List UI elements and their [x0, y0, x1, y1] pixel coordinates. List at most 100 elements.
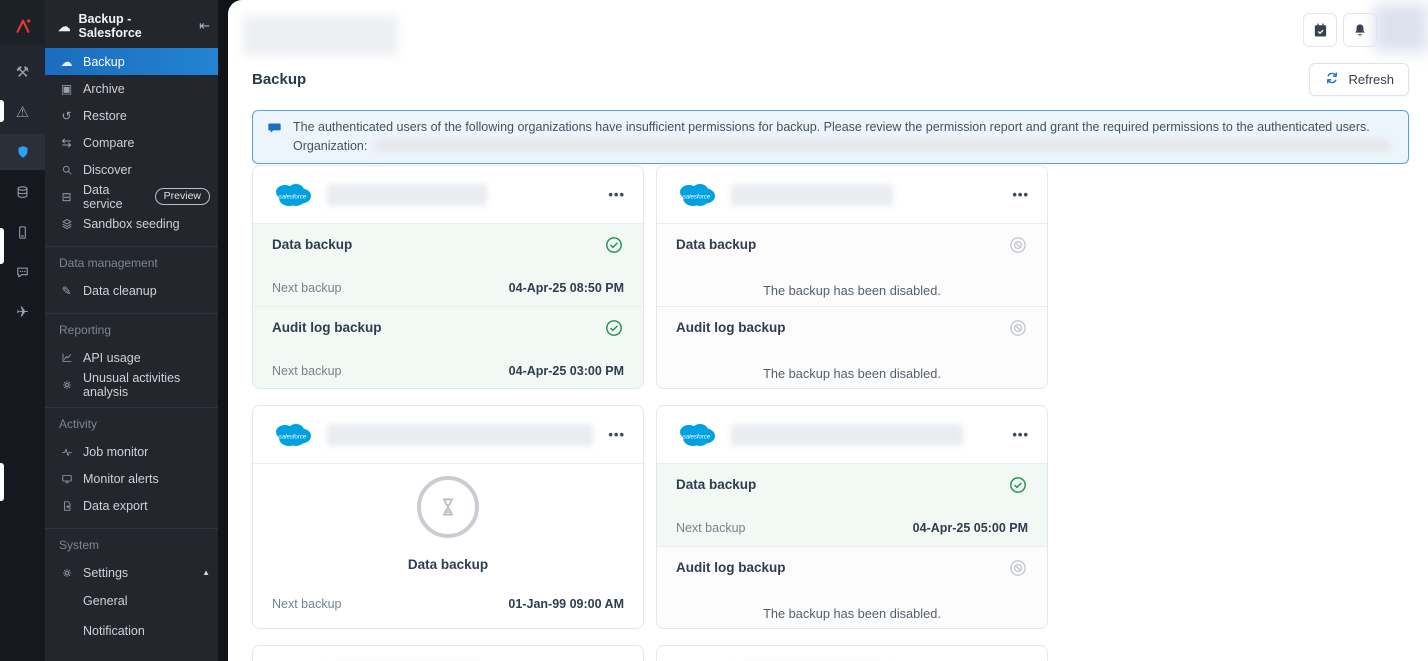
calendar-check-button[interactable]: [1303, 13, 1337, 47]
sidebar-item-compare[interactable]: ⇆ Compare: [45, 129, 218, 156]
redacted-user-avatar[interactable]: [1374, 4, 1428, 52]
data-backup-section: Data backup Next backup 04-Apr-25 05:00 …: [657, 464, 1047, 546]
svg-text:salesforce: salesforce: [683, 434, 711, 440]
plane-icon[interactable]: ✈: [0, 294, 45, 330]
main-panel: Backup Refresh The authenticated users o…: [228, 0, 1428, 661]
org-backup-card: salesforce ••• Data backup Next backup 0: [252, 165, 644, 389]
org-backup-card: salesforce ••• Data backup The backup ha…: [656, 165, 1048, 389]
topbar-actions: [1303, 13, 1377, 47]
chevron-up-icon: ▲: [202, 568, 210, 577]
disabled-icon: [1008, 558, 1028, 583]
sidebar-item-sandbox-seeding[interactable]: Sandbox seeding: [45, 210, 218, 237]
export-icon: [59, 500, 74, 512]
sidebar-item-discover[interactable]: Discover: [45, 156, 218, 183]
archive-icon: ▣: [59, 82, 74, 96]
cleanup-brush-icon: ✎: [59, 284, 74, 298]
tools-icon[interactable]: ⚒: [0, 54, 45, 90]
comment-icon: [267, 121, 282, 154]
sidebar-item-backup[interactable]: ☁ Backup: [45, 48, 218, 75]
audit-log-backup-section: Audit log backup The backup has been dis…: [657, 306, 1047, 389]
banner-message: The authenticated users of the following…: [293, 119, 1394, 136]
refresh-button[interactable]: Refresh: [1309, 63, 1409, 96]
collapse-sidebar-icon[interactable]: ⇤: [199, 18, 210, 34]
salesforce-logo: salesforce: [272, 181, 312, 209]
enabled-check-icon: [604, 318, 624, 343]
sidebar-group-data-management: Data management ✎ Data cleanup: [45, 246, 218, 304]
redacted-org-name: [327, 184, 487, 206]
backup-cards-grid: salesforce ••• Data backup Next backup 0: [252, 165, 1062, 661]
card-menu-button[interactable]: •••: [1012, 428, 1029, 441]
group-label: Activity: [45, 410, 218, 438]
group-label: Data management: [45, 249, 218, 277]
card-menu-button[interactable]: •••: [608, 428, 625, 441]
data-service-icon: ⊟: [59, 190, 74, 204]
sidebar-item-settings-notification[interactable]: Notification: [45, 616, 218, 646]
pending-backup-section: Data backup Next backup 01-Jan-99 09:00 …: [253, 464, 643, 628]
sidebar-item-api-usage[interactable]: API usage: [45, 344, 218, 371]
edge-handle: [0, 463, 4, 501]
redacted-org-list: [375, 139, 1390, 152]
group-label: Reporting: [45, 316, 218, 344]
audit-log-backup-section: Audit log backup Next backup 04-Apr-25 0…: [253, 306, 643, 389]
gear-icon: [59, 567, 74, 579]
permission-warning-banner: The authenticated users of the following…: [252, 110, 1409, 164]
page-header: Backup Refresh: [252, 62, 1409, 96]
sidebar-group-reporting: Reporting API usage Unusual activities a…: [45, 313, 218, 398]
card-header: salesforce •••: [253, 166, 643, 224]
sidebar-group-main: ☁ Backup ▣ Archive ↺ Restore ⇆ Compare D…: [45, 48, 218, 237]
avepoint-logo-icon[interactable]: [0, 8, 45, 44]
sidebar-item-archive[interactable]: ▣ Archive: [45, 75, 218, 102]
sidebar-header: ☁ Backup - Salesforce ⇤: [58, 12, 210, 40]
org-backup-card: salesforce ••• Data backup Next backup 0: [656, 405, 1048, 629]
search-icon: [59, 164, 74, 176]
app-icon-rail: ⚒ ⚠ ✈: [0, 0, 45, 661]
redacted-org-name: [731, 424, 963, 446]
sidebar-item-data-service[interactable]: ⊟ Data service Preview: [45, 183, 218, 210]
card-header: •••: [657, 646, 1047, 661]
enabled-check-icon: [604, 235, 624, 260]
layers-icon: [59, 218, 74, 230]
org-backup-card: salesforce ••• Data backup Next backup 0…: [252, 405, 644, 629]
banner-org-label: Organization:: [293, 138, 367, 155]
sidebar-group-system: System Settings ▲ General Notification: [45, 528, 218, 646]
sidebar-item-data-export[interactable]: Data export: [45, 492, 218, 519]
refresh-icon: [1324, 70, 1340, 89]
cloud-icon: ☁: [58, 19, 71, 34]
server-icon[interactable]: [0, 214, 45, 250]
group-label: System: [45, 531, 218, 559]
card-header: salesforce •••: [253, 406, 643, 464]
hourglass-icon: [417, 476, 479, 538]
card-menu-button[interactable]: •••: [608, 188, 625, 201]
gear-sparkle-icon: [59, 379, 74, 391]
page-title: Backup: [252, 71, 306, 88]
database-icon[interactable]: [0, 174, 45, 210]
shield-icon[interactable]: [0, 134, 45, 170]
warning-icon[interactable]: ⚠: [0, 94, 45, 130]
cloud-icon: ☁: [59, 55, 74, 69]
sidebar-item-job-monitor[interactable]: Job monitor: [45, 438, 218, 465]
sidebar-item-restore[interactable]: ↺ Restore: [45, 102, 218, 129]
disabled-icon: [1008, 235, 1028, 260]
sidebar-item-data-cleanup[interactable]: ✎ Data cleanup: [45, 277, 218, 304]
salesforce-logo: salesforce: [676, 421, 716, 449]
sidebar-item-settings-general[interactable]: General: [45, 586, 218, 616]
sidebar-group-activity: Activity Job monitor Monitor alerts Data…: [45, 407, 218, 519]
sidebar-item-unusual-activities[interactable]: Unusual activities analysis: [45, 371, 218, 398]
app-root: ⚒ ⚠ ✈ ☁ Backup - Salesforce ⇤ ☁ Backu: [0, 0, 1428, 661]
chat-icon[interactable]: [0, 254, 45, 290]
redacted-org-name: [327, 424, 593, 446]
monitor-icon: [59, 473, 74, 485]
sidebar-item-monitor-alerts[interactable]: Monitor alerts: [45, 465, 218, 492]
card-menu-button[interactable]: •••: [1012, 188, 1029, 201]
chart-icon: [59, 352, 74, 364]
sidebar-item-settings[interactable]: Settings ▲: [45, 559, 218, 586]
bell-icon-button[interactable]: [1343, 13, 1377, 47]
salesforce-logo: salesforce: [272, 421, 312, 449]
org-backup-card-partial: •••: [656, 645, 1048, 661]
sidebar-title: Backup - Salesforce: [79, 12, 184, 40]
svg-text:salesforce: salesforce: [279, 194, 307, 200]
svg-text:salesforce: salesforce: [279, 434, 307, 440]
preview-badge: Preview: [155, 188, 210, 205]
restore-icon: ↺: [59, 109, 74, 123]
sidebar: ☁ Backup - Salesforce ⇤ ☁ Backup ▣ Archi…: [45, 0, 218, 661]
